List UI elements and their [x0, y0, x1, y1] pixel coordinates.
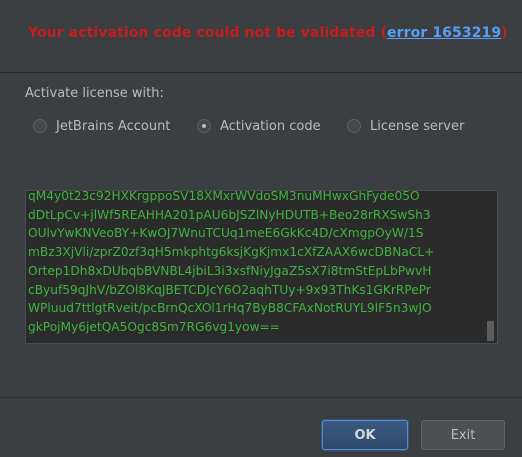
error-message-suffix: ) [501, 25, 508, 41]
code-line: OUlvYwKNVeoBY+KwOJ7WnuTCUq1meE6GkKc4D/cX… [28, 226, 424, 241]
error-code-link[interactable]: error 1653219 [387, 25, 501, 41]
exit-button[interactable]: Exit [421, 420, 505, 450]
error-message-text: Your activation code could not be valida… [28, 25, 388, 41]
activation-code-textarea[interactable]: qM4y0t23c92HXKrgppoSV18XMxrWVdoSM3nuMHwx… [25, 190, 498, 344]
code-line: mBz3XjVli/zprZ0zf3qH5mkphtg6ksjKgKjmx1cX… [28, 245, 435, 260]
option-activation-code-label: Activation code [220, 118, 321, 134]
radio-activation-code[interactable] [197, 119, 211, 133]
option-activation-code[interactable]: Activation code [197, 117, 321, 135]
error-message: Your activation code could not be valida… [28, 25, 508, 41]
activate-with-label: Activate license with: [25, 86, 164, 101]
error-banner: Your activation code could not be valida… [0, 0, 522, 73]
radio-license-server[interactable] [347, 119, 361, 133]
option-license-server[interactable]: License server [347, 117, 464, 135]
activation-code-text: qM4y0t23c92HXKrgppoSV18XMxrWVdoSM3nuMHwx… [28, 190, 483, 337]
radio-jetbrains-account[interactable] [33, 119, 47, 133]
footer-divider [0, 397, 522, 398]
option-jetbrains-account-label: JetBrains Account [56, 118, 171, 134]
ok-button[interactable]: OK [322, 420, 408, 450]
option-jetbrains-account[interactable]: JetBrains Account [33, 117, 170, 135]
code-line: Ortep1Dh8xDUbqbBVNBL4jbiL3i3xsfNiyJgaZ5s… [28, 263, 432, 278]
code-line: WPluud7ttlgtRveit/pcBrnQcXOl1rHq7ByB8CFA… [28, 301, 432, 316]
code-line: cByuf59qJhV/bZOl8KqJBETCDJcY6O2aqhTUy+9x… [28, 282, 431, 297]
option-license-server-label: License server [370, 118, 465, 134]
scrollbar-thumb[interactable] [487, 321, 494, 341]
code-line: dDtLpCv+jlWf5REAHHA201pAU6bJSZlNyHDUTB+B… [28, 207, 431, 222]
code-line: gkPojMy6jetQA5Ogc8Sm7RG6vg1yow== [28, 319, 280, 334]
code-line: qM4y0t23c92HXKrgppoSV18XMxrWVdoSM3nuMHwx… [28, 190, 420, 203]
